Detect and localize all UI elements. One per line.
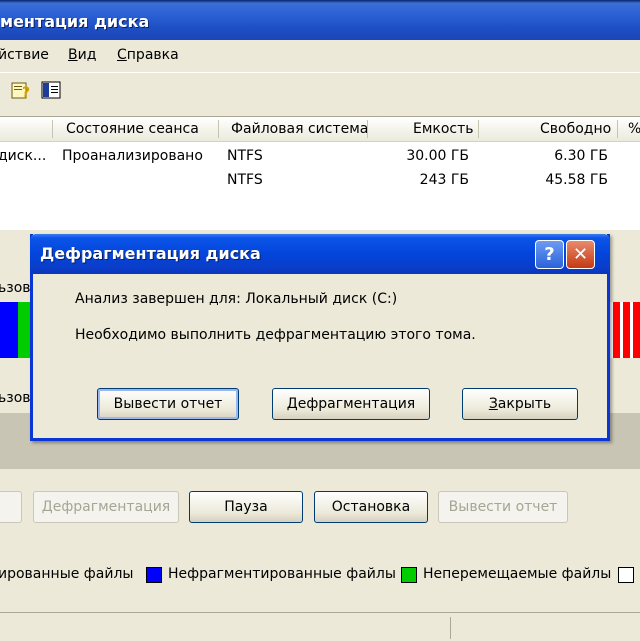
svg-text:?: ? (22, 85, 30, 100)
defrag-dialog: Дефрагментация диска ? ✕ Анализ завершен… (30, 234, 610, 441)
dialog-message-line2: Необходимо выполнить дефрагментацию этог… (75, 327, 476, 343)
column-header-free[interactable]: Свободно (540, 121, 611, 137)
analyze-button[interactable] (0, 491, 22, 523)
question-icon: ? (544, 244, 555, 265)
menu-view[interactable]: Вид (68, 47, 96, 63)
cell-volume: диск... (0, 148, 47, 164)
pause-button[interactable]: Пауза (189, 491, 303, 523)
cell-free: 6.30 ГБ (554, 148, 608, 164)
legend-swatch-contiguous (146, 567, 162, 583)
cell-status: Проанализировано (62, 148, 203, 164)
cell-capacity: 243 ГБ (419, 172, 469, 188)
help-button[interactable]: ? (535, 240, 564, 269)
view-report-button[interactable]: Вывести отчет (438, 491, 568, 523)
defrag-button[interactable]: Дефрагментация (33, 491, 179, 523)
menu-bar: йствие Вид Справка (0, 40, 640, 72)
band-label-before: ьзов (0, 280, 31, 296)
show-hide-pane-icon[interactable] (40, 80, 62, 100)
column-header-capacity[interactable]: Емкость (413, 121, 474, 137)
column-header-status[interactable]: Состояние сеанса (66, 121, 199, 137)
menu-action[interactable]: йствие (0, 47, 49, 63)
close-button[interactable]: ✕ (566, 240, 595, 269)
dialog-report-button[interactable]: Вывести отчет (97, 388, 239, 420)
main-title-bar[interactable]: ментация диска (0, 0, 640, 40)
volume-list[interactable]: Состояние сеанса Файловая система Емкост… (0, 116, 640, 231)
legend-label-unmovable: Неперемещаемые файлы (423, 566, 612, 582)
dialog-title: Дефрагментация диска (40, 244, 261, 263)
cell-filesystem: NTFS (227, 172, 263, 188)
legend-swatch-unmovable (401, 567, 417, 583)
cell-free: 45.58 ГБ (545, 172, 608, 188)
legend: ированные файлы Нефрагментированные файл… (0, 555, 640, 595)
dialog-title-bar[interactable]: Дефрагментация диска ? ✕ (30, 234, 610, 274)
dialog-defrag-button[interactable]: Дефрагментация (272, 388, 430, 420)
cell-filesystem: NTFS (227, 148, 263, 164)
band-label-after: ьзов (0, 390, 31, 406)
legend-label-fragmented: ированные файлы (0, 566, 134, 582)
window-title: ментация диска (0, 12, 150, 31)
legend-swatch-free (618, 567, 634, 583)
dialog-message-line1: Анализ завершен для: Локальный диск (C:) (75, 291, 398, 307)
menu-help[interactable]: Справка (117, 47, 179, 63)
close-icon: ✕ (572, 244, 589, 265)
list-header: Состояние сеанса Файловая система Емкост… (0, 117, 640, 142)
stop-button[interactable]: Остановка (314, 491, 428, 523)
column-header-filesystem[interactable]: Файловая система (231, 121, 368, 137)
status-bar (0, 612, 640, 641)
dialog-close-button[interactable]: Закрыть (462, 388, 578, 420)
column-header-percent[interactable]: % (628, 121, 640, 137)
legend-label-contiguous: Нефрагментированные файлы (168, 566, 396, 582)
cell-capacity: 30.00 ГБ (406, 148, 469, 164)
toolbar: ? (0, 72, 640, 109)
help-topic-icon[interactable]: ? (10, 80, 32, 100)
